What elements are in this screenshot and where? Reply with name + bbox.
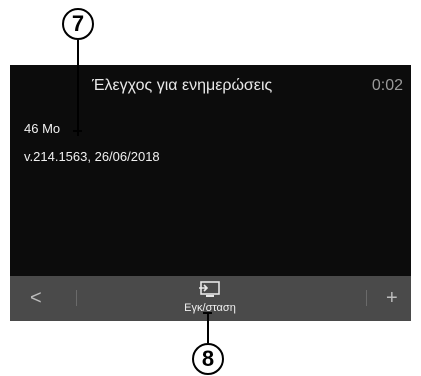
callout-leader-7 (77, 40, 79, 136)
callout-8: 8 (192, 343, 224, 375)
callout-leader-8-foot (203, 312, 212, 314)
screen-title: Έλεγχος για ενημερώσεις (92, 77, 273, 94)
callout-leader-8 (207, 313, 209, 343)
plus-icon: + (386, 287, 398, 309)
divider (76, 290, 77, 306)
update-version: v.214.1563, 26/06/2018 (24, 149, 160, 164)
clock: 0:02 (371, 77, 403, 94)
back-button[interactable]: < (30, 286, 52, 310)
add-button[interactable]: + (386, 286, 406, 310)
update-screen: Έλεγχος για ενημερώσεις 0:02 46 Mo v.214… (10, 65, 411, 321)
bottom-bar: < Εγκ/σταση + (10, 276, 411, 321)
install-icon (198, 280, 222, 298)
chevron-left-icon: < (30, 287, 42, 309)
update-size: 46 Mo (24, 121, 61, 136)
callout-leader-7-foot (73, 130, 82, 132)
divider (366, 290, 367, 306)
callout-7: 7 (62, 8, 94, 40)
